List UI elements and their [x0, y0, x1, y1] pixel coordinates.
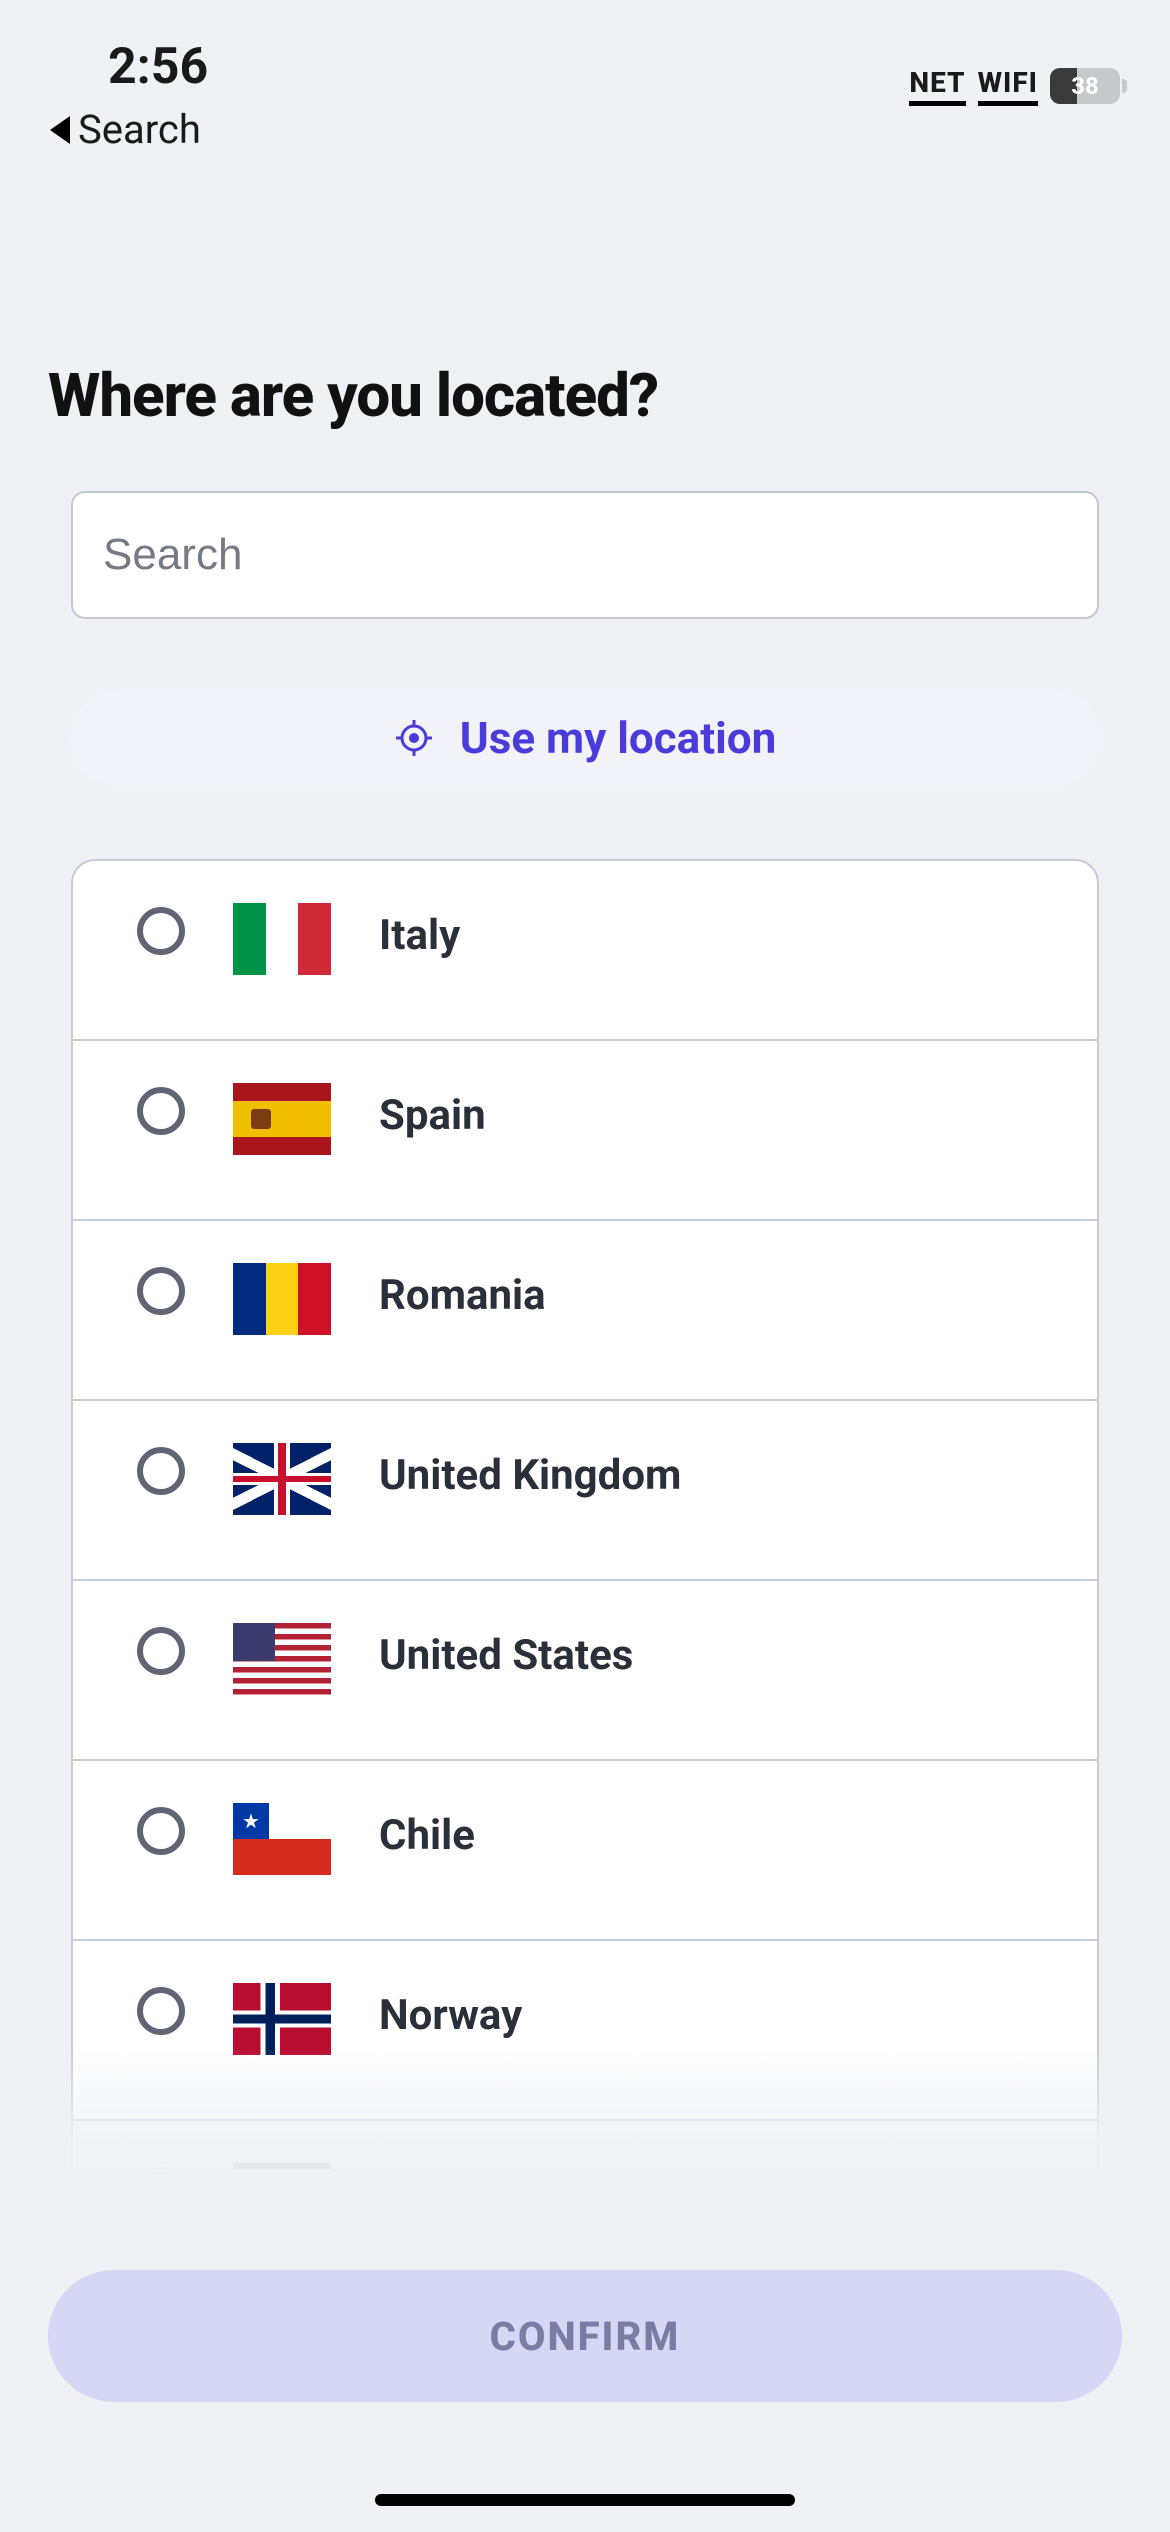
flag-norway-icon — [233, 1983, 331, 2055]
location-target-icon — [394, 718, 434, 758]
radio-icon[interactable] — [137, 1987, 185, 2035]
country-label: Norway — [379, 1983, 522, 2040]
use-my-location-button[interactable]: Use my location — [71, 689, 1099, 787]
confirm-button[interactable]: CONFIRM — [48, 2270, 1122, 2402]
radio-icon[interactable] — [137, 1447, 185, 1495]
status-bar: 2:56 Search NET WIFI 38 — [0, 0, 1170, 140]
radio-icon[interactable] — [137, 2167, 185, 2169]
flag-italy-icon — [233, 903, 331, 975]
home-indicator[interactable] — [375, 2494, 795, 2506]
battery-percent: 38 — [1050, 72, 1120, 100]
radio-icon[interactable] — [137, 1087, 185, 1135]
country-row-italy[interactable]: Italy — [73, 861, 1097, 1041]
country-row-spain[interactable]: Spain — [73, 1041, 1097, 1221]
country-row-uk[interactable]: United Kingdom — [73, 1401, 1097, 1581]
radio-icon[interactable] — [137, 1267, 185, 1315]
radio-icon[interactable] — [137, 907, 185, 955]
wifi-indicator: WIFI — [978, 66, 1038, 106]
country-label: Italy — [379, 903, 460, 960]
country-label: Chile — [379, 1803, 475, 1860]
country-label: Germany — [379, 2163, 549, 2169]
flag-romania-icon — [233, 1263, 331, 1335]
battery-icon: 38 — [1050, 68, 1120, 104]
country-row-germany[interactable]: Germany — [73, 2121, 1097, 2169]
country-label: Spain — [379, 1083, 486, 1140]
country-row-norway[interactable]: Norway — [73, 1941, 1097, 2121]
flag-chile-icon: ★ — [233, 1803, 331, 1875]
country-label: United States — [379, 1623, 633, 1680]
flag-us-icon — [233, 1623, 331, 1695]
country-label: Romania — [379, 1263, 546, 1320]
flag-spain-icon — [233, 1083, 331, 1155]
radio-icon[interactable] — [137, 1807, 185, 1855]
country-row-us[interactable]: United States — [73, 1581, 1097, 1761]
search-input[interactable] — [103, 530, 1067, 580]
confirm-label: CONFIRM — [490, 2313, 681, 2360]
country-list: Italy Spain Romania United Kingdom U — [71, 859, 1099, 2169]
status-time: 2:56 — [50, 38, 208, 96]
flag-uk-icon — [233, 1443, 331, 1515]
country-row-romania[interactable]: Romania — [73, 1221, 1097, 1401]
flag-germany-icon — [233, 2163, 331, 2169]
radio-icon[interactable] — [137, 1627, 185, 1675]
page-title: Where are you located? — [48, 360, 1122, 431]
search-box[interactable] — [71, 491, 1099, 619]
country-row-chile[interactable]: ★ Chile — [73, 1761, 1097, 1941]
country-label: United Kingdom — [379, 1443, 681, 1500]
back-label: Search — [78, 106, 201, 153]
use-location-label: Use my location — [460, 712, 777, 764]
back-to-search[interactable]: Search — [50, 106, 208, 153]
back-triangle-icon — [50, 116, 70, 144]
network-indicator: NET — [909, 66, 965, 106]
